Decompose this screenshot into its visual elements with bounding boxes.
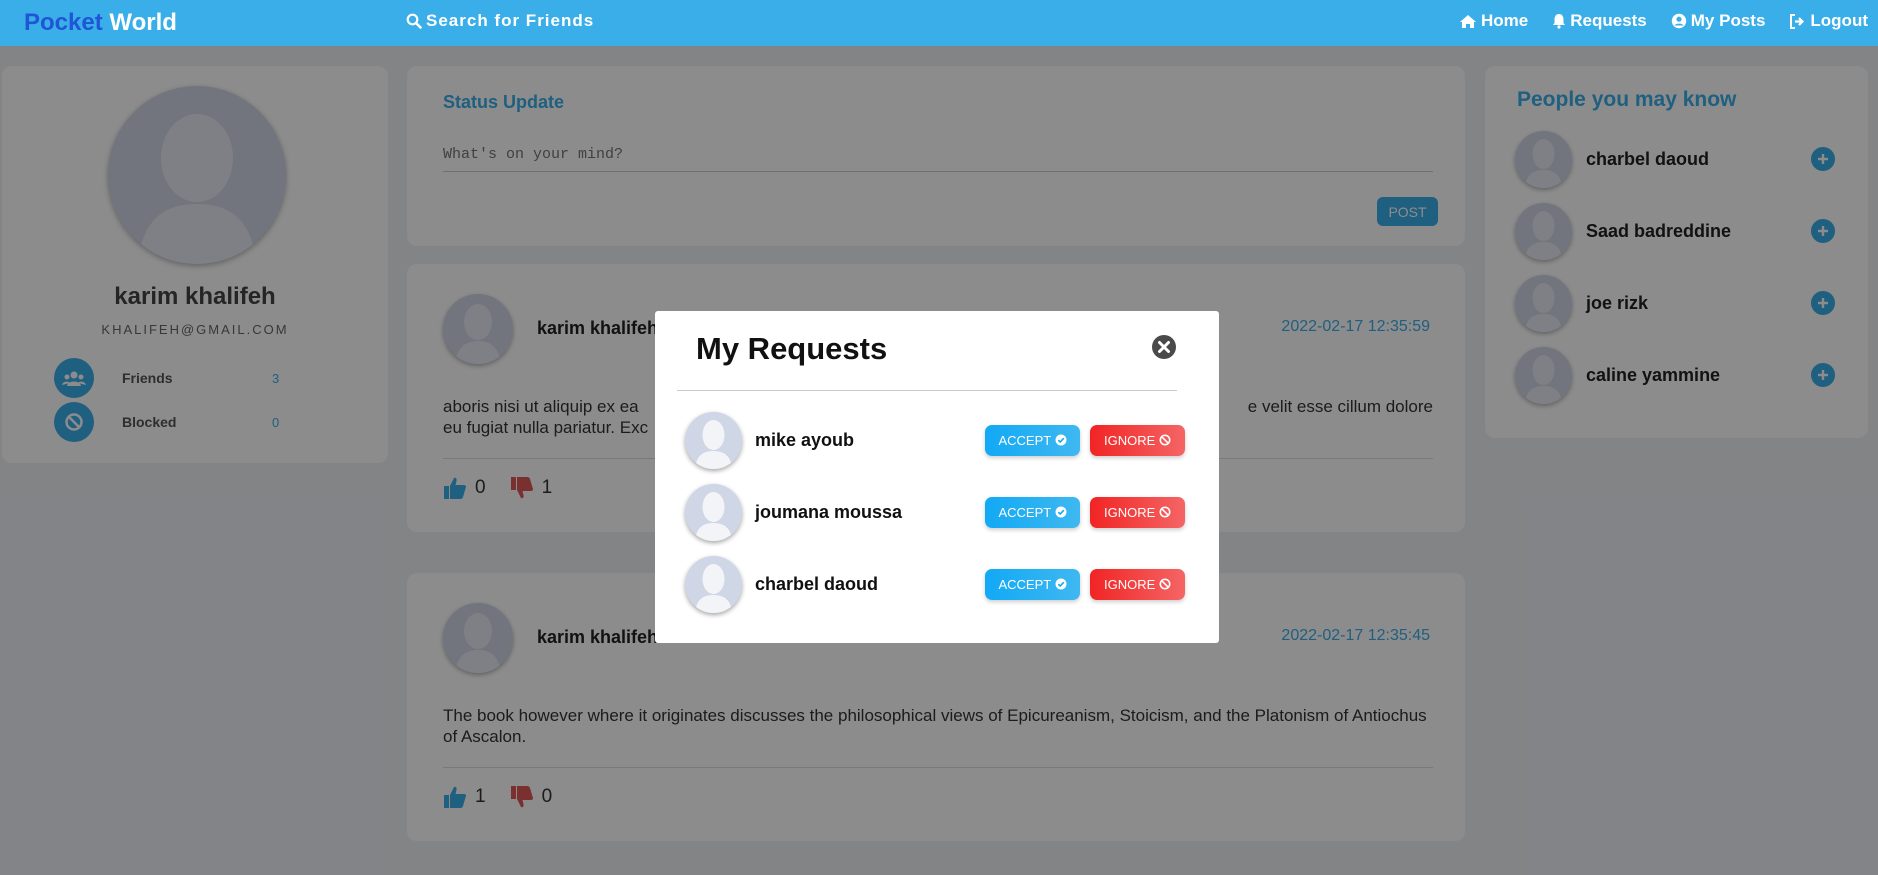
ignore-button[interactable]: IGNORE [1090, 424, 1186, 456]
my-requests-modal: My Requests mike ayoub ACCEPT IGNORE jou… [655, 311, 1219, 643]
ban-icon [1159, 434, 1171, 446]
nav-home-label: Home [1481, 11, 1529, 30]
accept-label: ACCEPT [998, 504, 1052, 520]
user-silhouette-icon [695, 563, 732, 613]
ignore-button[interactable]: IGNORE [1090, 496, 1186, 528]
close-icon[interactable] [1151, 334, 1177, 360]
ignore-label: IGNORE [1103, 432, 1156, 448]
brand-part-2: World [109, 9, 177, 36]
accept-button[interactable]: ACCEPT [985, 424, 1081, 456]
nav-my-posts-link[interactable]: My Posts [1671, 11, 1766, 31]
request-avatar [685, 411, 742, 469]
request-item: joumana moussa ACCEPT IGNORE [685, 483, 1186, 541]
nav-logout-label: Logout [1810, 11, 1868, 30]
ban-icon [1159, 578, 1171, 590]
accept-button[interactable]: ACCEPT [985, 496, 1081, 528]
sign-out-icon [1790, 13, 1805, 29]
request-name: joumana moussa [755, 501, 903, 522]
ignore-label: IGNORE [1103, 576, 1156, 592]
check-circle-icon [1055, 434, 1067, 446]
nav-my-posts-label: My Posts [1690, 11, 1766, 30]
user-circle-icon [1671, 13, 1686, 29]
request-item: charbel daoud ACCEPT IGNORE [685, 555, 1186, 613]
modal-title: My Requests [696, 331, 888, 366]
check-circle-icon [1055, 506, 1067, 518]
check-circle-icon [1055, 578, 1067, 590]
request-item: mike ayoub ACCEPT IGNORE [685, 411, 1186, 469]
search-icon [406, 13, 422, 29]
accept-label: ACCEPT [998, 432, 1052, 448]
search-friends-label: Search for Friends [426, 11, 595, 30]
home-icon [1460, 14, 1476, 28]
search-friends-link[interactable]: Search for Friends [406, 11, 594, 31]
nav-logout-link[interactable]: Logout [1789, 11, 1868, 31]
accept-button[interactable]: ACCEPT [985, 568, 1081, 600]
user-silhouette-icon [695, 491, 732, 541]
modal-divider [677, 390, 1177, 391]
ignore-button[interactable]: IGNORE [1090, 568, 1186, 600]
ban-icon [1159, 506, 1171, 518]
brand-part-1: Pocket [24, 9, 103, 36]
nav-requests-link[interactable]: Requests [1552, 11, 1647, 31]
top-navbar: Pocket World Search for Friends Home Req… [0, 0, 1878, 46]
request-avatar [685, 555, 742, 613]
accept-label: ACCEPT [998, 576, 1052, 592]
nav-requests-label: Requests [1570, 11, 1647, 30]
bell-icon [1553, 14, 1566, 29]
ignore-label: IGNORE [1103, 504, 1156, 520]
request-name: mike ayoub [755, 429, 855, 450]
nav-home-link[interactable]: Home [1459, 11, 1528, 31]
request-name: charbel daoud [755, 573, 879, 594]
request-avatar [685, 483, 742, 541]
user-silhouette-icon [695, 419, 732, 469]
brand-logo[interactable]: Pocket World [24, 9, 177, 37]
